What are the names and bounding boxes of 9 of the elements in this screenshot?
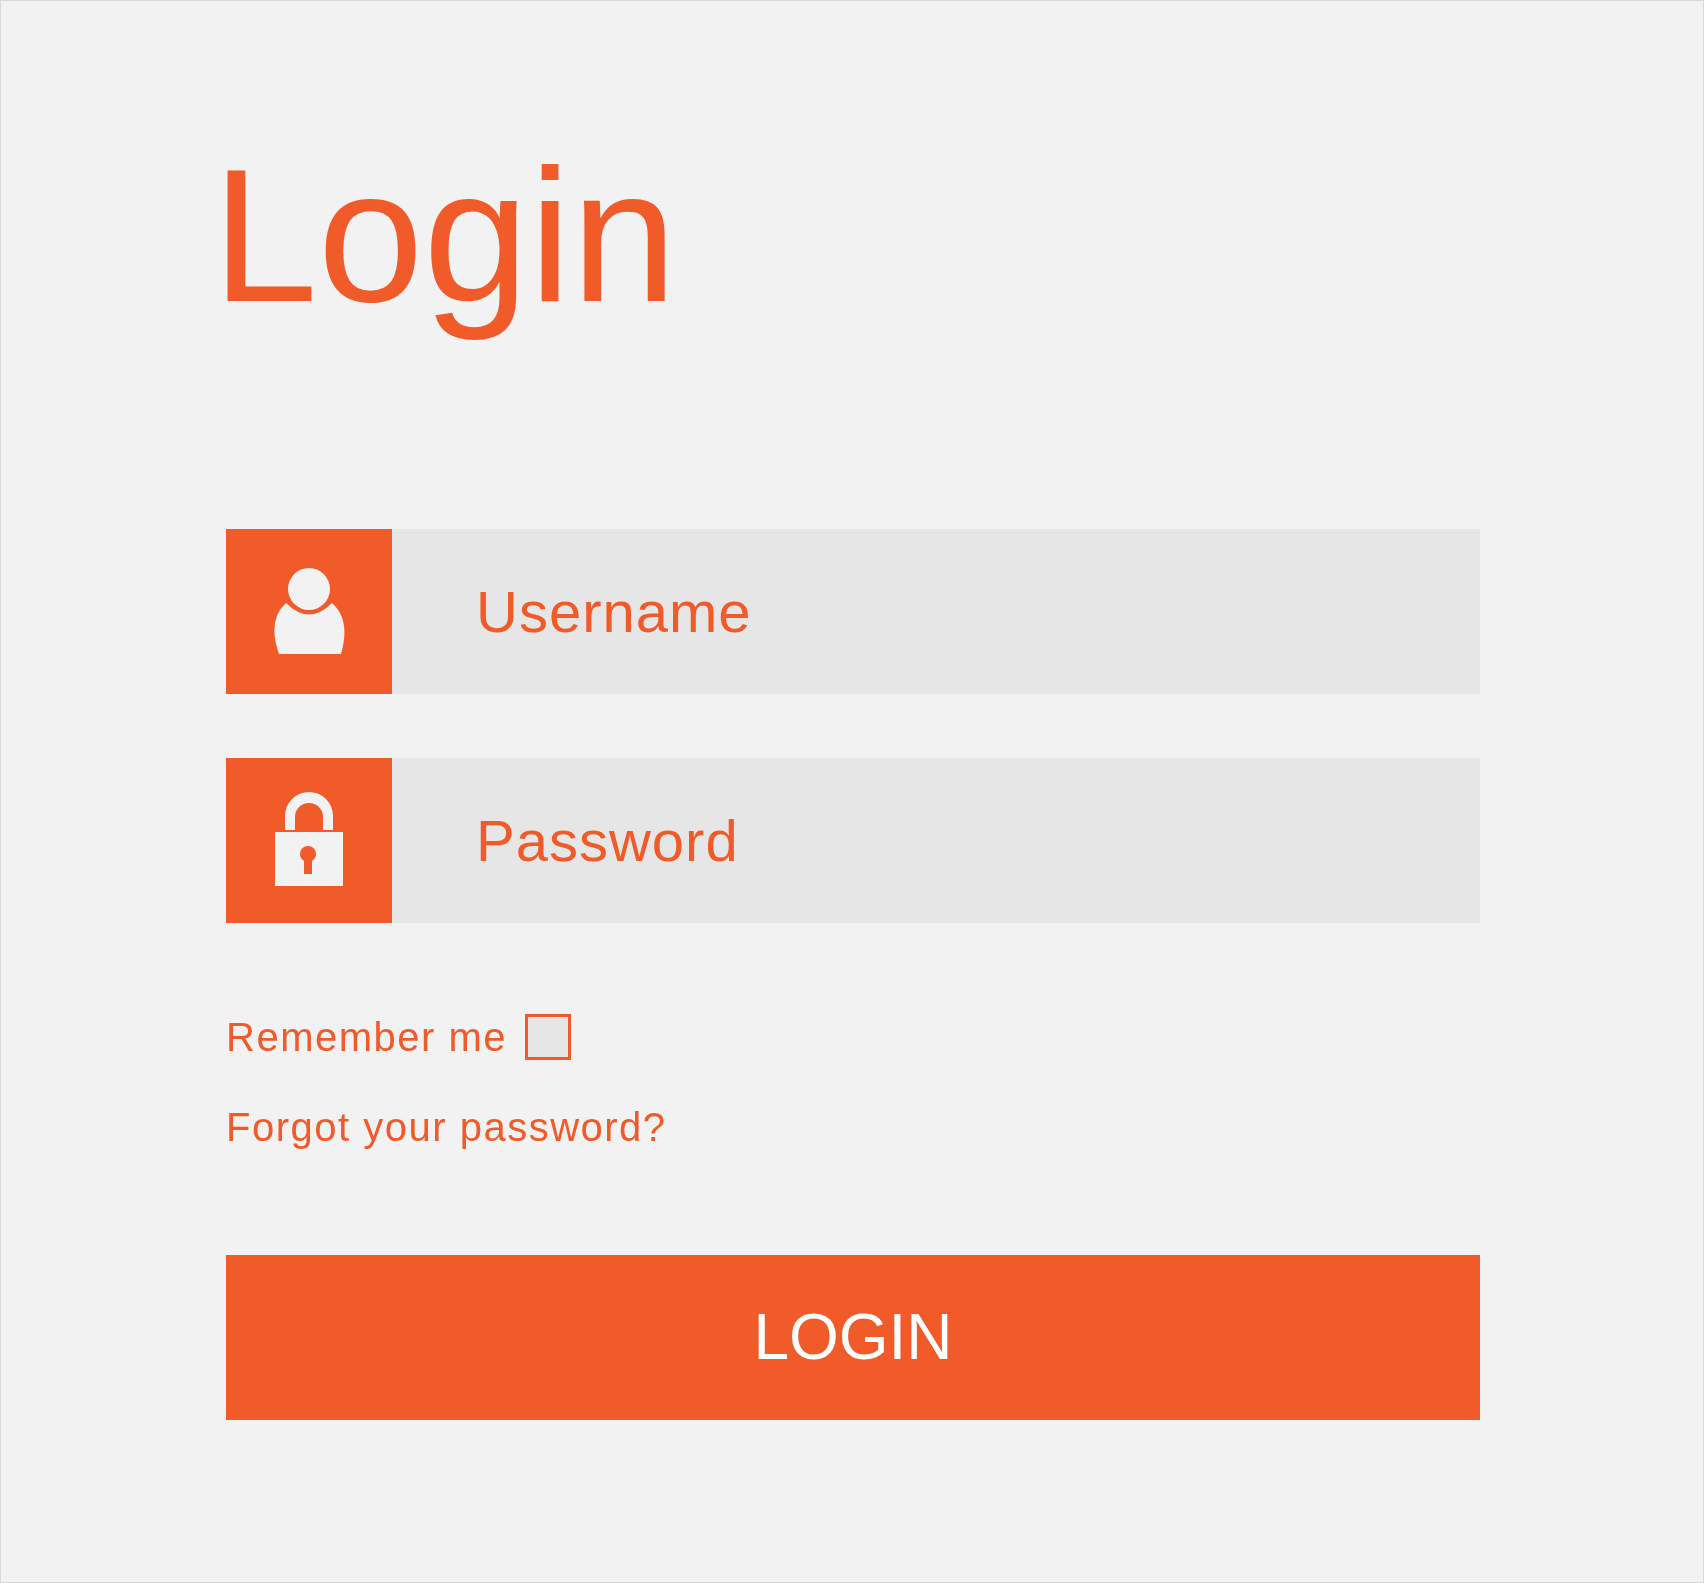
page-title: Login [212, 128, 677, 343]
username-field[interactable]: Username [392, 528, 1480, 694]
lock-icon [273, 792, 345, 888]
forgot-password-link[interactable]: Forgot your password? [226, 1104, 667, 1149]
login-button[interactable]: LOGIN [226, 1254, 1480, 1420]
user-icon [273, 566, 345, 656]
password-field[interactable]: Password [392, 757, 1480, 923]
remember-label: Remember me [226, 1013, 507, 1061]
remember-checkbox[interactable] [525, 1013, 571, 1060]
